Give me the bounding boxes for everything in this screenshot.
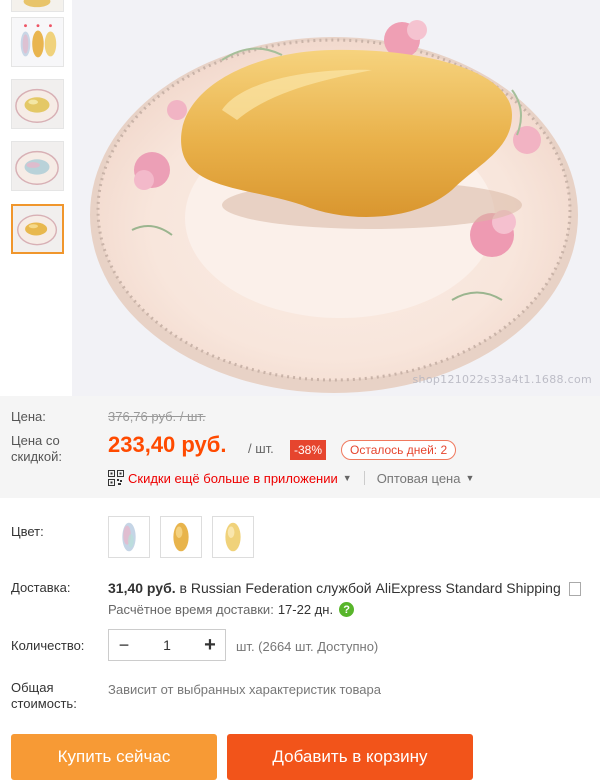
shipping-cost: 31,40 руб. [108, 580, 176, 596]
color-swatch-iridescent[interactable] [108, 516, 150, 558]
days-left-badge: Осталось дней: 2 [341, 440, 457, 460]
quantity-stepper: − 1 + [108, 629, 226, 661]
add-to-cart-button[interactable]: Добавить в корзину [227, 734, 473, 780]
original-price: 376,76 руб. / шт. [108, 409, 206, 424]
thumbnail-0[interactable] [11, 0, 64, 12]
thumbnail-2[interactable] [11, 79, 64, 129]
image-watermark: shop121022s33a4t1.1688.com [412, 373, 592, 386]
shipping-dropdown-icon[interactable] [568, 582, 581, 597]
app-deal-row: Скидки ещё больше в приложении ▼ Оптовая… [108, 468, 474, 488]
discounted-price: 233,40 руб. [108, 432, 227, 457]
shipping-summary[interactable]: 31,40 руб. в Russian Federation службой … [108, 580, 581, 597]
eta-label: Расчётное время доставки: [108, 602, 274, 617]
thumbnail-strip [0, 0, 72, 396]
quantity-decrease-button[interactable]: − [109, 630, 139, 660]
shipping-to-word: в [179, 580, 187, 596]
quantity-label: Количество: [11, 638, 85, 653]
thumbnail-1[interactable] [11, 17, 64, 67]
shipping-by-word: службой [316, 580, 372, 596]
color-swatch-gold[interactable] [160, 516, 202, 558]
shipping-service: AliExpress Standard Shipping [375, 580, 561, 596]
buy-now-button[interactable]: Купить сейчас [11, 734, 217, 780]
thumbnail-3[interactable] [11, 141, 64, 191]
eta-days: 17-22 дн. [277, 602, 334, 617]
help-icon[interactable]: ? [339, 602, 355, 617]
chevron-down-icon[interactable]: ▼ [465, 473, 474, 483]
price-block: Цена: 376,76 руб. / шт. Цена со скидкой:… [0, 396, 600, 498]
per-unit: / шт. [248, 441, 274, 456]
main-product-image[interactable]: . shop121022s33a4t1.1688.com [72, 0, 600, 396]
divider [363, 471, 365, 485]
color-label: Цвет: [11, 524, 44, 539]
shipping-label: Доставка: [11, 580, 71, 595]
product-gallery: . shop121022s33a4t1.1688.com [0, 0, 600, 396]
delivery-estimate: Расчётное время доставки: 17-22 дн. ? [108, 602, 355, 617]
chevron-down-icon[interactable]: ▼ [343, 473, 352, 483]
total-label: Общая стоимость: [11, 680, 77, 711]
quantity-input[interactable]: 1 [139, 637, 195, 653]
discount-price-label: Цена со скидкой: [11, 433, 62, 464]
discount-badge: -38% [290, 440, 327, 460]
total-note: Зависит от выбранных характеристик товар… [108, 682, 381, 697]
price-label: Цена: [11, 409, 46, 424]
app-deal-link[interactable]: Скидки ещё больше в приложении [128, 471, 338, 486]
shipping-country: Russian Federation [190, 580, 313, 596]
available-stock: шт. (2664 шт. Доступно) [236, 639, 379, 654]
quantity-increase-button[interactable]: + [195, 630, 225, 660]
wholesale-price-link[interactable]: Оптовая цена [377, 471, 461, 486]
thumbnail-4-selected[interactable] [11, 204, 64, 254]
qr-code-icon [108, 470, 124, 486]
color-swatch-light-gold[interactable] [212, 516, 254, 558]
